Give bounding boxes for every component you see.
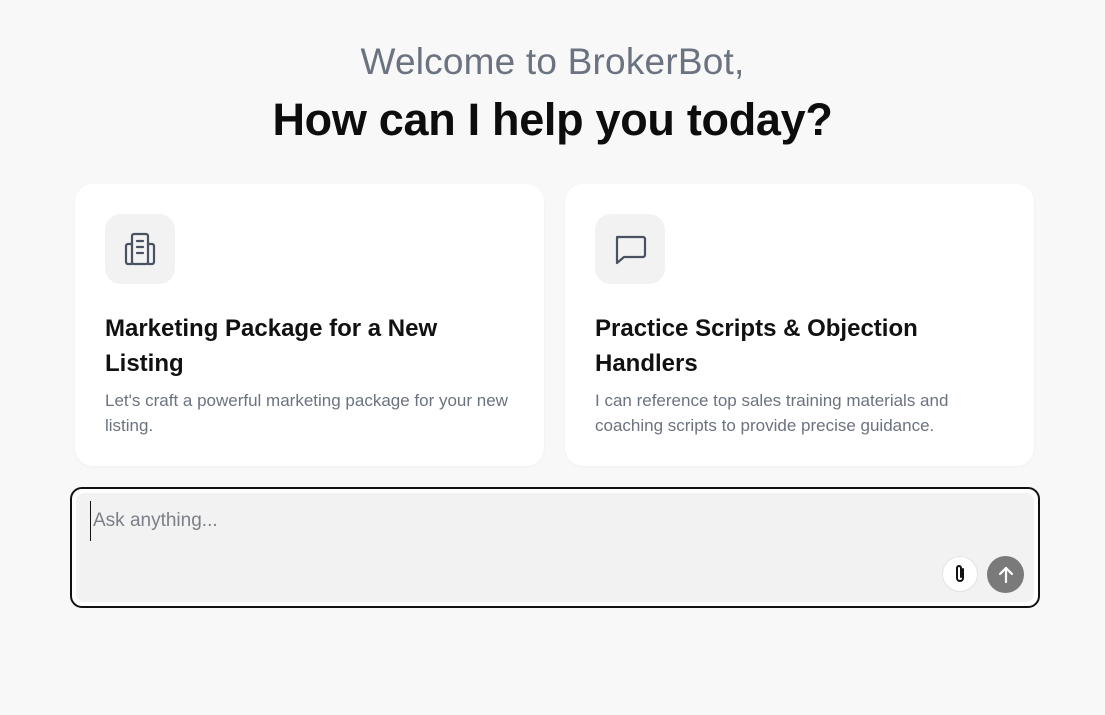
card-title: Marketing Package for a New Listing <box>105 315 438 377</box>
page-title: How can I help you today? <box>272 94 833 145</box>
card-description: I can reference top sales training mater… <box>595 391 949 435</box>
suggestion-card-marketing-package[interactable]: Marketing Package for a New Listing Let'… <box>75 184 544 466</box>
chat-bubble-icon <box>595 214 665 284</box>
ask-input[interactable] <box>90 501 913 541</box>
composer-field-area <box>76 493 1034 602</box>
attach-button[interactable] <box>942 556 978 592</box>
card-description: Let's craft a powerful marketing package… <box>105 391 508 435</box>
suggestion-card-practice-scripts[interactable]: Practice Scripts & Objection Handlers I … <box>565 184 1034 466</box>
building-document-icon <box>105 214 175 284</box>
welcome-text: Welcome to BrokerBot, <box>360 41 745 82</box>
card-title: Practice Scripts & Objection Handlers <box>595 315 918 377</box>
paperclip-icon <box>956 565 964 582</box>
send-button[interactable] <box>987 556 1024 593</box>
arrow-up-icon <box>998 566 1013 583</box>
chat-composer <box>70 487 1040 608</box>
